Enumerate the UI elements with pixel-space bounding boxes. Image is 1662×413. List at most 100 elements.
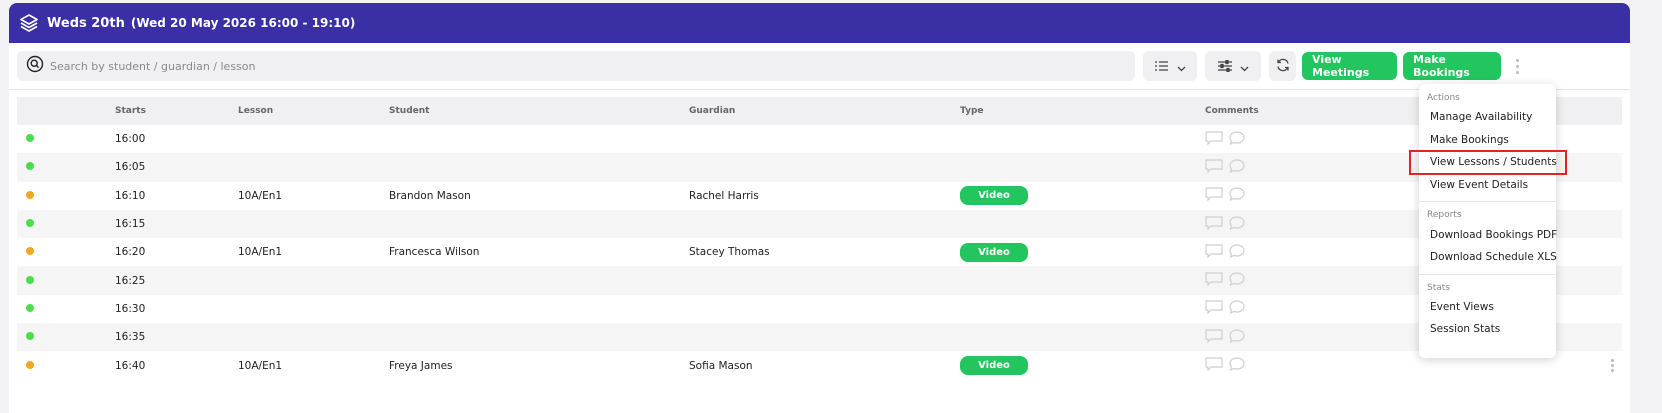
make-bookings-button[interactable]: Make Bookings [1403,52,1501,80]
comment-bubble-icon[interactable] [1205,300,1223,317]
cell-lesson: 10A/En1 [238,246,283,259]
comment-bubble-icon[interactable] [1205,159,1223,176]
chat-bubble-icon[interactable] [1229,300,1245,317]
cell-guardian: Stacey Thomas [689,246,770,259]
chevron-down-icon [1240,57,1249,76]
cell-starts: 16:35 [115,331,146,344]
status-dot [26,162,34,171]
cell-student: Brandon Mason [389,189,471,202]
menu-section-actions: Actions [1427,93,1460,103]
table-row[interactable]: 16:25 [17,266,1622,295]
chat-bubble-icon[interactable] [1229,131,1245,148]
comment-bubble-icon[interactable] [1205,329,1223,346]
refresh-icon [1276,57,1290,76]
chat-bubble-icon[interactable] [1229,187,1245,204]
menu-item-make-bookings[interactable]: Make Bookings [1419,129,1556,152]
table-body: 16:00 16:05 16:10 10A/En1 Brandon Mason Rache… [17,125,1622,380]
chat-bubble-icon[interactable] [1229,215,1245,233]
chat-bubble-icon[interactable] [1229,244,1245,261]
cell-lesson: 10A/En1 [238,189,283,202]
refresh-button[interactable] [1269,51,1296,81]
cell-starts: 16:20 [115,246,146,259]
cell-starts: 16:25 [115,274,146,287]
table-row[interactable]: 16:40 10A/En1 Freya James Sofia Mason Video [17,351,1622,380]
cell-starts: 16:05 [115,161,146,174]
status-dot [26,247,34,256]
type-badge: Video [960,242,1028,262]
table-row[interactable]: 16:10 10A/En1 Brandon Mason Rachel Harris Vi… [17,181,1622,210]
type-badge: Video [960,186,1028,206]
cell-lesson: 10A/En1 [238,359,283,372]
actions-dropdown-menu: Actions Manage Availability Make Booking… [1409,84,1567,358]
table-row[interactable]: 16:00 [17,125,1622,154]
comment-bubble-icon[interactable] [1205,357,1223,374]
cell-student: Freya James [389,359,453,372]
comment-bubble-icon[interactable] [1205,215,1223,233]
table-row[interactable]: 16:05 [17,153,1622,182]
menu-item-download-bookings-pdf[interactable]: Download Bookings PDF [1419,223,1557,246]
cell-starts: 16:10 [115,189,146,202]
status-dot [26,219,34,228]
table-header: Starts Lesson Student Guardian Type Comm… [17,97,1622,125]
more-actions-kebab-icon[interactable] [1511,58,1523,74]
chat-bubble-icon[interactable] [1229,357,1245,374]
sliders-icon [1217,57,1232,76]
event-panel: Weds 20th (Wed 20 May 2026 16:00 - 19:10… [9,3,1630,413]
table-row[interactable]: 16:15 [17,209,1622,239]
comment-bubble-icon[interactable] [1205,244,1223,261]
filter-dropdown[interactable] [1205,51,1261,81]
table-row[interactable]: 16:35 [17,323,1622,352]
menu-item-view-event-details[interactable]: View Event Details [1419,174,1556,197]
page-title: Weds 20th [47,15,125,31]
event-header: Weds 20th (Wed 20 May 2026 16:00 - 19:10… [9,3,1630,43]
column-header-student: Student [389,106,430,116]
menu-item-session-stats[interactable]: Session Stats [1419,318,1556,341]
menu-section-reports: Reports [1427,210,1462,221]
comment-bubble-icon[interactable] [1205,187,1223,204]
chat-bubble-icon[interactable] [1229,159,1245,176]
chevron-down-icon [1177,57,1186,76]
event-date-range: (Wed 20 May 2026 16:00 - 19:10) [130,16,356,30]
menu-item-event-views[interactable]: Event Views [1419,296,1556,319]
search-icon [26,55,44,77]
search-box[interactable] [17,51,1135,81]
column-header-guardian: Guardian [689,106,736,116]
search-input[interactable] [50,59,1050,73]
cell-starts: 16:30 [115,302,146,315]
list-icon [1154,57,1169,76]
divider [9,89,1630,90]
cell-starts: 16:15 [115,218,146,231]
view-meetings-button[interactable]: View Meetings [1302,52,1397,80]
menu-section-stats: Stats [1427,282,1450,293]
chat-bubble-icon[interactable] [1229,329,1245,346]
chat-bubble-icon[interactable] [1229,272,1245,289]
menu-item-download-schedule-xls[interactable]: Download Schedule XLS [1419,246,1557,269]
comment-bubble-icon[interactable] [1205,131,1223,148]
column-header-starts: Starts [115,106,146,116]
menu-item-view-lessons-students[interactable]: View Lessons / Students [1409,150,1567,175]
cell-starts: 16:40 [115,359,146,372]
table-row[interactable]: 16:20 10A/En1 Francesca Wilson Stacey Thoma… [17,238,1622,267]
status-dot [26,275,34,284]
type-badge: Video [960,356,1028,376]
table-row[interactable]: 16:30 [17,294,1622,324]
toolbar: View Meetings Make Bookings [17,51,1622,81]
cell-student: Francesca Wilson [389,246,480,259]
cell-guardian: Sofia Mason [689,359,753,372]
menu-divider [1419,273,1556,275]
comment-bubble-icon[interactable] [1205,272,1223,289]
layers-icon [19,13,39,33]
status-dot [26,360,34,369]
menu-divider [1419,201,1556,203]
list-view-dropdown[interactable] [1143,51,1197,81]
status-dot [26,303,34,312]
cell-starts: 16:00 [115,133,146,146]
column-header-type: Type [960,106,984,116]
row-kebab-icon[interactable] [1611,359,1614,373]
status-dot [26,134,34,143]
column-header-comments: Comments [1205,106,1259,116]
status-dot [26,332,34,341]
menu-item-manage-availability[interactable]: Manage Availability [1419,106,1556,129]
status-dot [26,190,34,199]
column-header-lesson: Lesson [238,106,274,116]
